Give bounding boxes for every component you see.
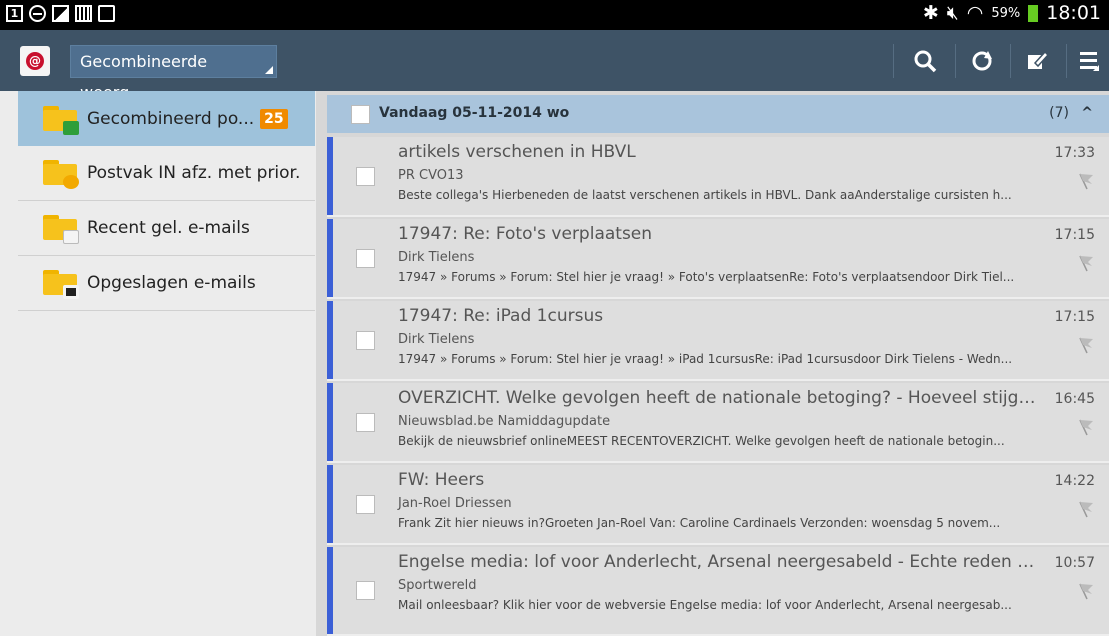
inbox-folder-icon bbox=[43, 105, 79, 135]
compose-icon[interactable] bbox=[1020, 44, 1054, 78]
email-row[interactable]: OVERZICHT. Welke gevolgen heeft de natio… bbox=[327, 383, 1109, 463]
email-row[interactable]: FW: Heers 14:22 Jan-Roel Driessen Frank … bbox=[327, 465, 1109, 545]
flag-icon[interactable] bbox=[1075, 582, 1095, 600]
system-icons: ✱ 🔇︎ ◠ 59% 18:01 bbox=[923, 2, 1101, 24]
email-row[interactable]: 17947: Re: Foto's verplaatsen 17:15 Dirk… bbox=[327, 219, 1109, 299]
divider bbox=[955, 44, 956, 78]
email-preview: Beste collega's Hierbeneden de laatst ve… bbox=[398, 188, 1012, 202]
email-preview: 17947 » Forums » Forum: Stel hier je vra… bbox=[398, 270, 1015, 284]
folder-combined-inbox[interactable]: Gecombineerd po... 25 bbox=[18, 91, 332, 146]
email-checkbox[interactable] bbox=[356, 331, 375, 350]
flag-icon[interactable] bbox=[1075, 500, 1095, 518]
unread-count-badge: 25 bbox=[260, 108, 288, 129]
action-bar: @ Gecombineerde weerg... bbox=[0, 30, 1109, 102]
email-sender: PR CVO13 bbox=[398, 168, 464, 183]
email-time: 17:15 bbox=[1054, 227, 1095, 243]
email-preview: Mail onleesbaar? Klik hier voor de webve… bbox=[398, 598, 1012, 612]
folder-priority-inbox[interactable]: Postvak IN afz. met prior. bbox=[18, 146, 315, 201]
select-all-checkbox[interactable] bbox=[351, 105, 370, 124]
email-preview: Frank Zit hier nieuws in?Groeten Jan-Roe… bbox=[398, 516, 1001, 530]
email-time: 10:57 bbox=[1054, 555, 1095, 571]
group-count: (7) bbox=[1049, 105, 1069, 121]
email-subject: 17947: Re: iPad 1cursus bbox=[398, 306, 604, 326]
unread-indicator bbox=[327, 219, 333, 297]
email-time: 16:45 bbox=[1054, 391, 1095, 407]
email-time: 14:22 bbox=[1054, 473, 1095, 489]
notification-count-icon: 1 bbox=[6, 5, 23, 22]
image-icon bbox=[52, 5, 69, 22]
bluetooth-icon: ✱ bbox=[922, 2, 939, 24]
email-preview: 17947 » Forums » Forum: Stel hier je vra… bbox=[398, 352, 1013, 366]
wifi-icon: ◠ bbox=[966, 2, 984, 24]
priority-folder-icon bbox=[43, 160, 79, 189]
folder-label: Recent gel. e-mails bbox=[87, 218, 250, 238]
search-icon[interactable] bbox=[908, 44, 942, 78]
do-not-disturb-icon bbox=[29, 5, 46, 22]
battery-percent: 59% bbox=[991, 5, 1021, 21]
email-row[interactable]: 17947: Re: iPad 1cursus 17:15 Dirk Tiele… bbox=[327, 301, 1109, 381]
account-selector[interactable]: Gecombineerde weerg... bbox=[70, 45, 277, 102]
folder-label: Gecombineerd po... bbox=[87, 108, 255, 129]
email-time: 17:15 bbox=[1054, 309, 1095, 325]
email-checkbox[interactable] bbox=[356, 249, 375, 268]
flag-icon[interactable] bbox=[1075, 418, 1095, 436]
email-checkbox[interactable] bbox=[356, 167, 375, 186]
email-subject: 17947: Re: Foto's verplaatsen bbox=[398, 224, 653, 244]
email-subject: Engelse media: lof voor Anderlecht, Arse… bbox=[398, 552, 1038, 572]
email-subject: OVERZICHT. Welke gevolgen heeft de natio… bbox=[398, 388, 1038, 408]
email-time: 17:33 bbox=[1054, 145, 1095, 161]
folder-sidebar: Gecombineerd po... 25 Postvak IN afz. me… bbox=[0, 91, 332, 636]
email-checkbox[interactable] bbox=[356, 495, 375, 514]
flag-icon[interactable] bbox=[1075, 172, 1095, 190]
email-sender: Dirk Tielens bbox=[398, 332, 475, 347]
email-sender: Jan-Roel Driessen bbox=[398, 496, 512, 511]
email-sender: Nieuwsblad.be Namiddagupdate bbox=[398, 414, 611, 429]
date-group-header[interactable]: Vandaag 05-11-2014 wo (7) ^ bbox=[327, 95, 1109, 133]
email-checkbox[interactable] bbox=[356, 413, 375, 432]
divider bbox=[1066, 44, 1067, 78]
clock: 18:01 bbox=[1046, 2, 1101, 24]
shopping-bag-icon bbox=[98, 5, 115, 22]
refresh-icon[interactable] bbox=[965, 44, 999, 78]
email-sender: Sportwereld bbox=[398, 578, 477, 593]
unread-indicator bbox=[327, 547, 333, 634]
unread-indicator bbox=[327, 137, 333, 215]
status-bar: 1 ✱ 🔇︎ ◠ 59% 18:01 bbox=[0, 0, 1109, 30]
email-subject: FW: Heers bbox=[398, 470, 485, 490]
email-sender: Dirk Tielens bbox=[398, 250, 475, 265]
calendar-icon bbox=[75, 5, 92, 22]
unread-indicator bbox=[327, 465, 333, 543]
battery-icon bbox=[1028, 4, 1039, 22]
folder-label: Postvak IN afz. met prior. bbox=[87, 163, 301, 183]
menu-icon[interactable] bbox=[1072, 44, 1106, 78]
email-preview: Bekijk de nieuwsbrief onlineMEEST RECENT… bbox=[398, 434, 1005, 448]
collapse-chevron-icon[interactable]: ^ bbox=[1081, 105, 1093, 121]
folder-saved-mails[interactable]: Opgeslagen e-mails bbox=[18, 256, 315, 311]
notification-icons: 1 bbox=[6, 5, 115, 22]
unread-indicator bbox=[327, 301, 333, 379]
mute-icon: 🔇︎ bbox=[946, 2, 959, 24]
unread-indicator bbox=[327, 383, 333, 461]
saved-folder-icon bbox=[43, 270, 79, 299]
folder-recent-mails[interactable]: Recent gel. e-mails bbox=[18, 201, 315, 256]
email-app-icon[interactable]: @ bbox=[20, 46, 50, 76]
group-title: Vandaag 05-11-2014 wo bbox=[379, 105, 570, 121]
email-subject: artikels verschenen in HBVL bbox=[398, 142, 636, 162]
recent-folder-icon bbox=[43, 215, 79, 244]
divider bbox=[893, 44, 894, 78]
email-checkbox[interactable] bbox=[356, 581, 375, 600]
email-row[interactable]: Engelse media: lof voor Anderlecht, Arse… bbox=[327, 547, 1109, 636]
flag-icon[interactable] bbox=[1075, 254, 1095, 272]
flag-icon[interactable] bbox=[1075, 336, 1095, 354]
email-row[interactable]: artikels verschenen in HBVL 17:33 PR CVO… bbox=[327, 137, 1109, 217]
divider bbox=[1010, 44, 1011, 78]
folder-label: Opgeslagen e-mails bbox=[87, 273, 256, 293]
